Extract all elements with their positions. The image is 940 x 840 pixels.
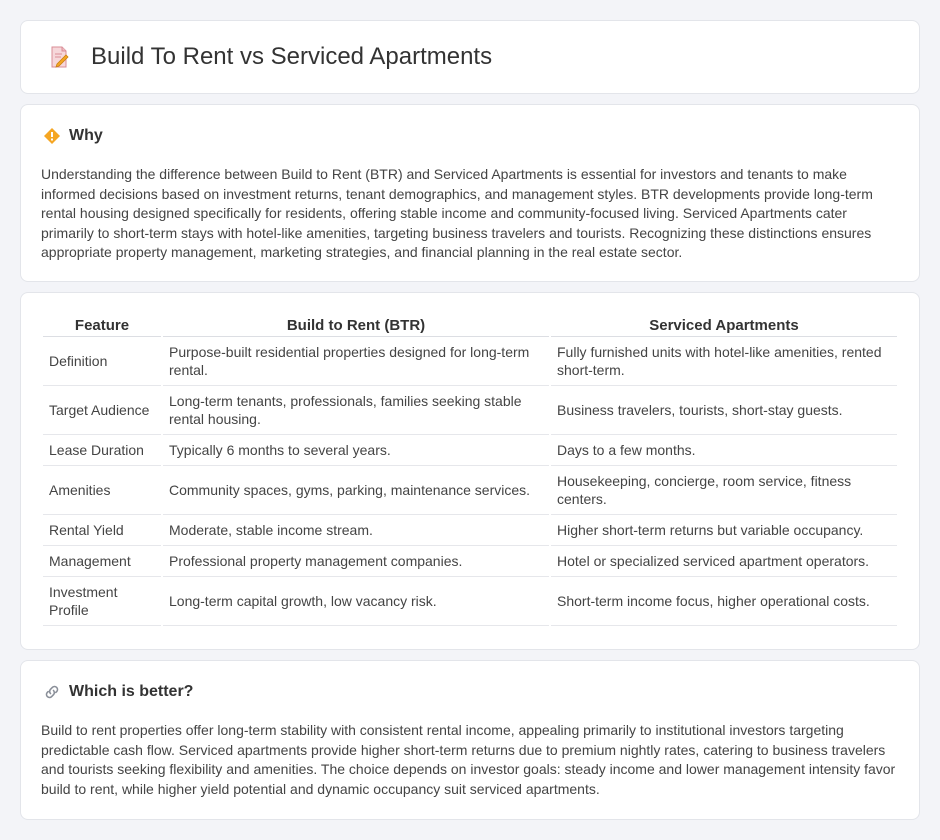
diamond-warning-icon (43, 127, 61, 145)
comparison-section: Feature Build to Rent (BTR) Serviced Apa… (20, 292, 920, 650)
row-serviced-value: Fully furnished units with hotel-like am… (551, 337, 897, 386)
table-row: Investment Profile Long-term capital gro… (43, 577, 897, 626)
row-serviced-value: Business travelers, tourists, short-stay… (551, 386, 897, 435)
table-row: Definition Purpose-built residential pro… (43, 337, 897, 386)
table-row: Lease Duration Typically 6 months to sev… (43, 435, 897, 466)
row-btr-value: Community spaces, gyms, parking, mainten… (163, 466, 549, 515)
row-serviced-value: Housekeeping, concierge, room service, f… (551, 466, 897, 515)
row-serviced-value: Short-term income focus, higher operatio… (551, 577, 897, 626)
row-serviced-value: Hotel or specialized serviced apartment … (551, 546, 897, 577)
row-feature: Definition (43, 337, 161, 386)
better-heading: Which is better? (69, 683, 194, 700)
why-text: Understanding the difference between Bui… (41, 166, 873, 261)
table-row: Target Audience Long-term tenants, profe… (43, 386, 897, 435)
row-btr-value: Purpose-built residential properties des… (163, 337, 549, 386)
row-btr-value: Long-term tenants, professionals, famili… (163, 386, 549, 435)
table-row: Amenities Community spaces, gyms, parkin… (43, 466, 897, 515)
comparison-table: Feature Build to Rent (BTR) Serviced Apa… (41, 315, 899, 626)
row-feature: Investment Profile (43, 577, 161, 626)
row-feature: Rental Yield (43, 515, 161, 546)
row-feature: Lease Duration (43, 435, 161, 466)
row-feature: Management (43, 546, 161, 577)
column-header-feature: Feature (43, 315, 161, 337)
why-section: Why Understanding the difference between… (20, 104, 920, 282)
row-btr-value: Long-term capital growth, low vacancy ri… (163, 577, 549, 626)
row-feature: Target Audience (43, 386, 161, 435)
why-heading: Why (69, 127, 103, 144)
column-header-btr: Build to Rent (BTR) (163, 315, 549, 337)
page-title: Build To Rent vs Serviced Apartments (91, 43, 493, 70)
which-is-better-section: Which is better? Build to rent propertie… (20, 660, 920, 820)
row-serviced-value: Higher short-term returns but variable o… (551, 515, 897, 546)
table-row: Management Professional property managem… (43, 546, 897, 577)
table-header-row: Feature Build to Rent (BTR) Serviced Apa… (43, 315, 897, 337)
column-header-serviced: Serviced Apartments (551, 315, 897, 337)
row-btr-value: Typically 6 months to several years. (163, 435, 549, 466)
better-text: Build to rent properties offer long-term… (41, 722, 896, 797)
row-feature: Amenities (43, 466, 161, 515)
link-icon (43, 683, 61, 701)
row-btr-value: Professional property management compani… (163, 546, 549, 577)
document-pencil-icon (47, 45, 71, 69)
title-card: Build To Rent vs Serviced Apartments (20, 20, 920, 94)
row-serviced-value: Days to a few months. (551, 435, 897, 466)
table-row: Rental Yield Moderate, stable income str… (43, 515, 897, 546)
row-btr-value: Moderate, stable income stream. (163, 515, 549, 546)
